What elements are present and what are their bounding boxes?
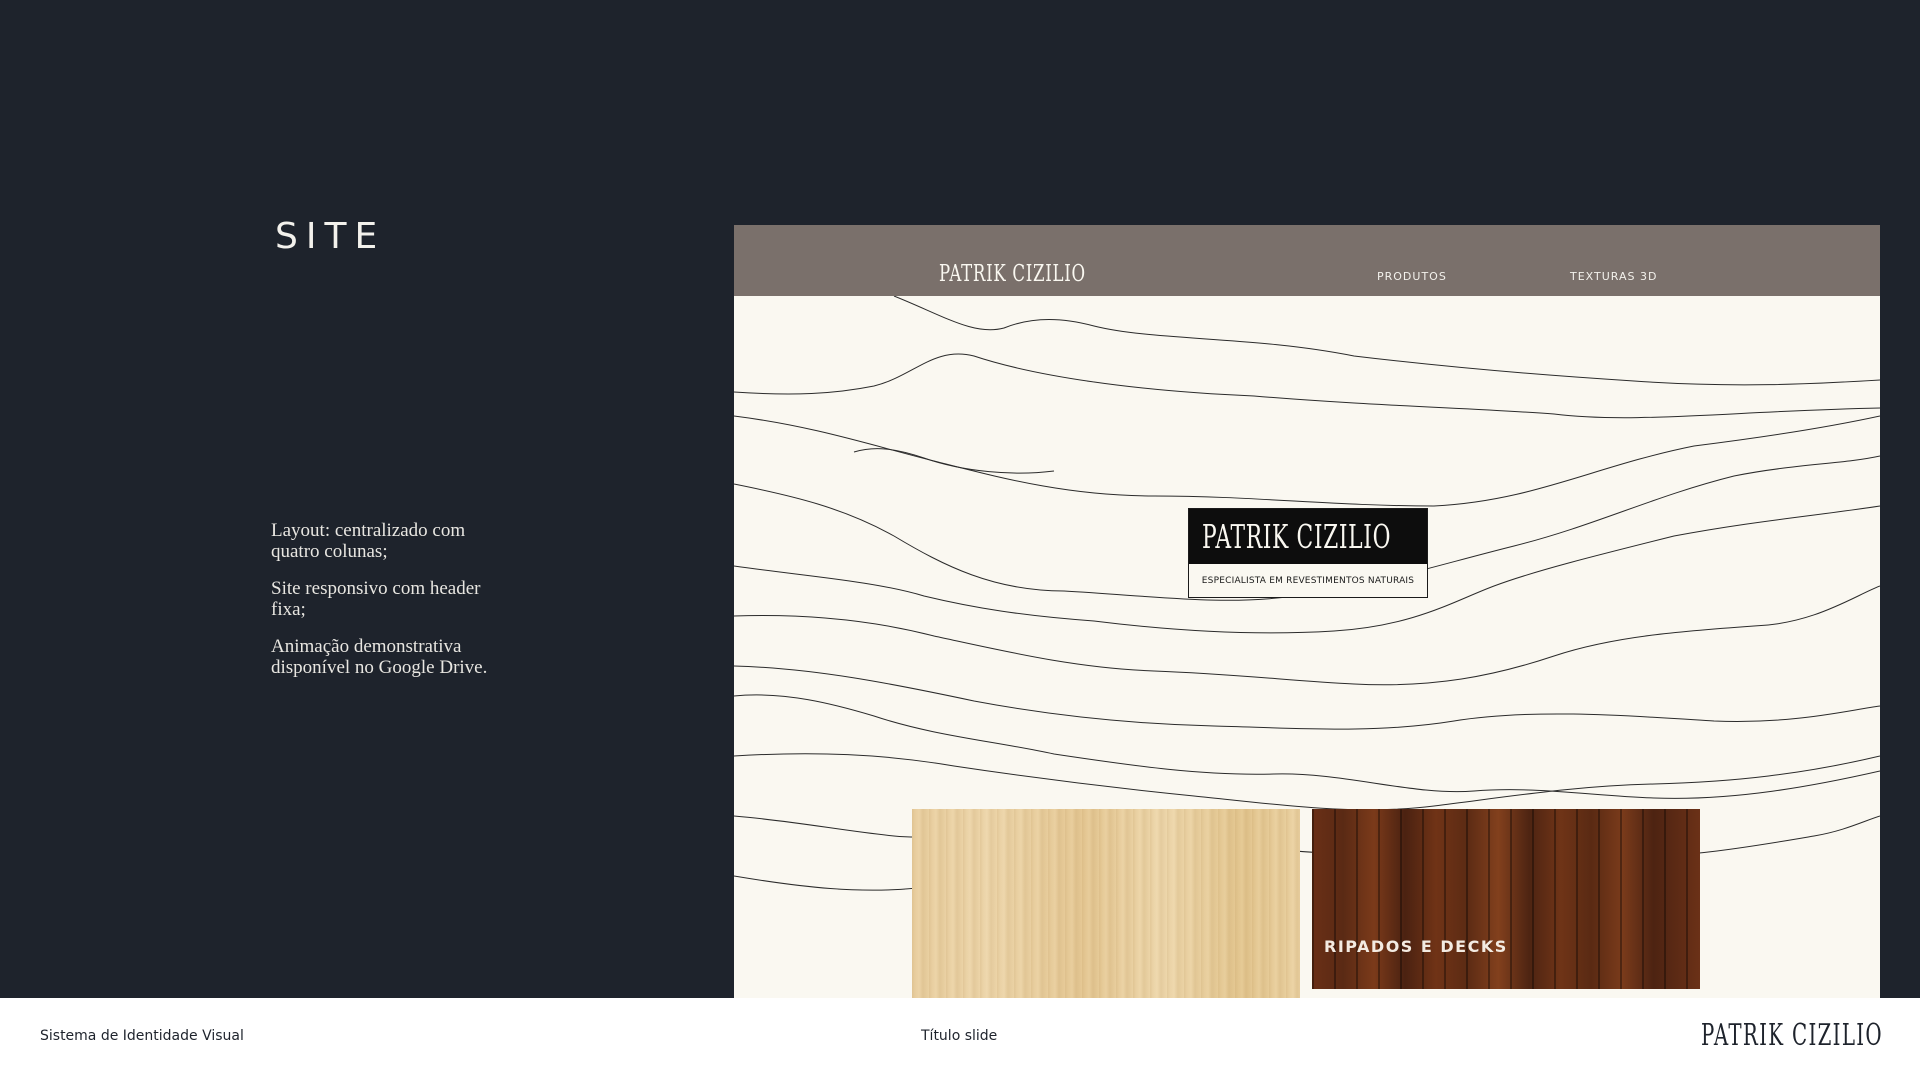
- product-card-light-wood[interactable]: [912, 809, 1300, 998]
- note-item: Layout: centralizado com quatro colunas;: [271, 520, 466, 562]
- topographic-lines-illustration: [734, 296, 1880, 897]
- product-card-label: RIPADOS E DECKS: [1324, 937, 1508, 956]
- site-header: PATRIK CIZILIO PRODUTOS TEXTURAS 3D: [734, 225, 1880, 296]
- footer-slide-title: Título slide: [921, 1028, 998, 1044]
- note-item: Animação demonstrativa disponível no Goo…: [271, 636, 488, 678]
- slide-panel: SITE Layout: centralizado com quatro col…: [0, 0, 1920, 998]
- nav-texturas-3d[interactable]: TEXTURAS 3D: [1570, 270, 1657, 283]
- hero-tagline: ESPECIALISTA EM REVESTIMENTOS NATURAIS: [1201, 576, 1415, 586]
- site-header-logo[interactable]: PATRIK CIZILIO: [939, 261, 1086, 287]
- nav-produtos[interactable]: PRODUTOS: [1377, 270, 1447, 283]
- note-item: Site responsivo com header fixa;: [271, 578, 481, 620]
- hero-logo-badge: PATRIK CIZILIO ESPECIALISTA EM REVESTIME…: [1188, 508, 1428, 598]
- product-card-ripados-decks[interactable]: RIPADOS E DECKS: [1312, 809, 1700, 989]
- hero-brand-name: PATRIK CIZILIO: [1202, 517, 1392, 556]
- notes-list: Layout: centralizado com quatro colunas;…: [271, 520, 511, 694]
- footer-brand-logo: PATRIK CIZILIO: [1701, 1018, 1883, 1053]
- footer-document-title: Sistema de Identidade Visual: [40, 1028, 244, 1044]
- slide-title: SITE: [275, 216, 386, 257]
- site-mockup: PATRIK CIZILIO PRODUTOS TEXTURAS 3D PATR…: [734, 225, 1880, 998]
- hero-logo-block: PATRIK CIZILIO: [1189, 509, 1427, 564]
